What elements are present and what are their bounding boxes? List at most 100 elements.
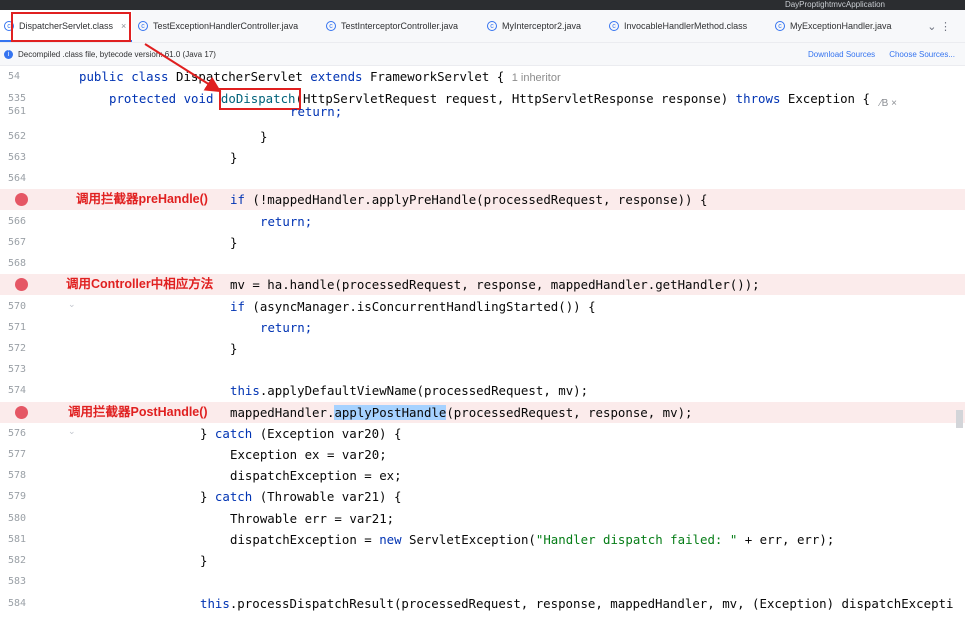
annotation-controller: 调用Controller中相应方法 (66, 277, 214, 291)
line-number: 564 (8, 173, 27, 184)
line-number: 574 (8, 385, 27, 396)
code-line: 580 Throwable err = var21; (0, 508, 965, 529)
code-line: 576 ⌄ } catch (Exception var20) { (0, 423, 965, 444)
decompiled-info-bar: i Decompiled .class file, bytecode versi… (0, 43, 965, 66)
line-number: 572 (8, 343, 27, 354)
line-number: 578 (8, 470, 27, 481)
code-line: 573 (0, 359, 965, 380)
breakpoint-line: 调用拦截器preHandle() if (!mappedHandler.appl… (0, 189, 965, 210)
line-number: 576 (8, 428, 27, 439)
tab-myexceptionhandler[interactable]: c MyExceptionHandler.java (775, 10, 892, 42)
code-text: } (200, 553, 208, 568)
class-icon: c (775, 21, 785, 31)
code-line: 583 (0, 571, 965, 592)
fold-icon[interactable]: ⌄ (68, 427, 76, 437)
tab-highlight-box (11, 12, 131, 42)
line-number: 566 (8, 216, 27, 227)
class-icon: c (138, 21, 148, 31)
class-icon: c (326, 21, 336, 31)
code-line: 582 } (0, 550, 965, 571)
code-text: mv = ha.handle(processedRequest, respons… (230, 277, 760, 292)
choose-sources-link[interactable]: Choose Sources... (889, 50, 955, 59)
code-text: mappedHandler.applyPostHandle(processedR… (230, 405, 693, 420)
line-number: 561 (8, 106, 27, 117)
tab-testinterceptorcontroller[interactable]: c TestInterceptorController.java (326, 10, 458, 42)
line-number: 583 (8, 576, 27, 587)
code-line: 577 Exception ex = var20; (0, 444, 965, 465)
code-line: 570 ⌄ if (asyncManager.isConcurrentHandl… (0, 296, 965, 317)
code-text: } catch (Throwable var21) { (200, 489, 402, 504)
line-number: 580 (8, 513, 27, 524)
class-icon: c (609, 21, 619, 31)
editor-tab-bar: c DispatcherServlet.class × c TestExcept… (0, 10, 965, 43)
breakpoint-line: 调用Controller中相应方法 mv = ha.handle(process… (0, 274, 965, 295)
tab-testexceptionhandlercontroller[interactable]: c TestExceptionHandlerController.java (138, 10, 298, 42)
code-text: } catch (Exception var20) { (200, 426, 402, 441)
code-text: Exception ex = var20; (230, 447, 387, 462)
code-text: } (230, 341, 238, 356)
code-text: return; (260, 320, 313, 335)
line-number: 562 (8, 131, 27, 142)
code-text: return; (260, 214, 313, 229)
line-number: 563 (8, 152, 27, 163)
fold-icon[interactable]: ⌄ (68, 300, 76, 310)
tab-myinterceptor2[interactable]: c MyInterceptor2.java (487, 10, 581, 42)
breakpoint-icon[interactable] (15, 193, 28, 206)
breakpoint-icon[interactable] (15, 278, 28, 291)
tab-overflow-menu-icon[interactable]: ⌄ ⋮ (927, 20, 951, 33)
tab-label: TestExceptionHandlerController.java (153, 21, 299, 31)
code-text: public class DispatcherServlet extends F… (79, 69, 561, 84)
tab-label: TestInterceptorController.java (341, 21, 459, 31)
line-number: 577 (8, 449, 27, 460)
line-number: 54 (8, 71, 21, 82)
title-bar: DayProptightmvcApplication (0, 0, 965, 10)
line-number: 567 (8, 237, 27, 248)
code-line: 578 dispatchException = ex; (0, 465, 965, 486)
tab-label: InvocableHandlerMethod.class (624, 21, 748, 31)
class-icon: c (487, 21, 497, 31)
code-line: 571 return; (0, 317, 965, 338)
line-number: 579 (8, 491, 27, 502)
code-line: 563 } (0, 147, 965, 168)
code-line: 572 } (0, 338, 965, 359)
download-sources-link[interactable]: Download Sources (808, 50, 875, 59)
code-line: 584 this.processDispatchResult(processed… (0, 593, 965, 614)
code-text: dispatchException = new ServletException… (230, 532, 835, 547)
scrollbar-marker[interactable] (956, 410, 963, 428)
tab-label: MyInterceptor2.java (502, 21, 582, 31)
annotation-prehandle: 调用拦截器preHandle() (76, 192, 208, 206)
code-line: 54 public class DispatcherServlet extend… (0, 66, 965, 87)
code-line: 561 return; (0, 104, 965, 120)
line-number: 570 (8, 301, 27, 312)
tab-invocablehandlermethod[interactable]: c InvocableHandlerMethod.class (609, 10, 747, 42)
code-line: 568 (0, 253, 965, 274)
breakpoint-icon[interactable] (15, 406, 28, 419)
line-number: 582 (8, 555, 27, 566)
code-text: } (230, 235, 238, 250)
run-config-label[interactable]: DayProptightmvcApplication (785, 0, 885, 10)
selected-method: applyPostHandle (334, 405, 447, 420)
line-number: 581 (8, 534, 27, 545)
code-text: this.processDispatchResult(processedRequ… (200, 596, 954, 611)
code-text: Throwable err = var21; (230, 511, 395, 526)
info-text: Decompiled .class file, bytecode version… (18, 49, 216, 59)
line-number: 584 (8, 598, 27, 609)
line-number: 568 (8, 258, 27, 269)
info-icon: i (4, 49, 13, 59)
code-text: dispatchException = ex; (230, 468, 402, 483)
line-number: 571 (8, 322, 27, 333)
annotation-posthandle: 调用拦截器PostHandle() (68, 405, 208, 419)
code-line: 567 } (0, 232, 965, 253)
code-text: return; (290, 104, 343, 119)
code-line: 564 (0, 168, 965, 189)
code-text: } (260, 129, 268, 144)
code-line: 579 } catch (Throwable var21) { (0, 486, 965, 507)
code-text: if (asyncManager.isConcurrentHandlingSta… (230, 299, 596, 314)
code-line: 562 } (0, 126, 965, 147)
inheritor-hint: 1 inheritor (511, 72, 561, 84)
code-text: } (230, 150, 238, 165)
code-line: 581 dispatchException = new ServletExcep… (0, 529, 965, 550)
code-text: if (!mappedHandler.applyPreHandle(proces… (230, 192, 708, 207)
line-number: 573 (8, 364, 27, 375)
breakpoint-line: 调用拦截器PostHandle() mappedHandler.applyPos… (0, 402, 965, 423)
